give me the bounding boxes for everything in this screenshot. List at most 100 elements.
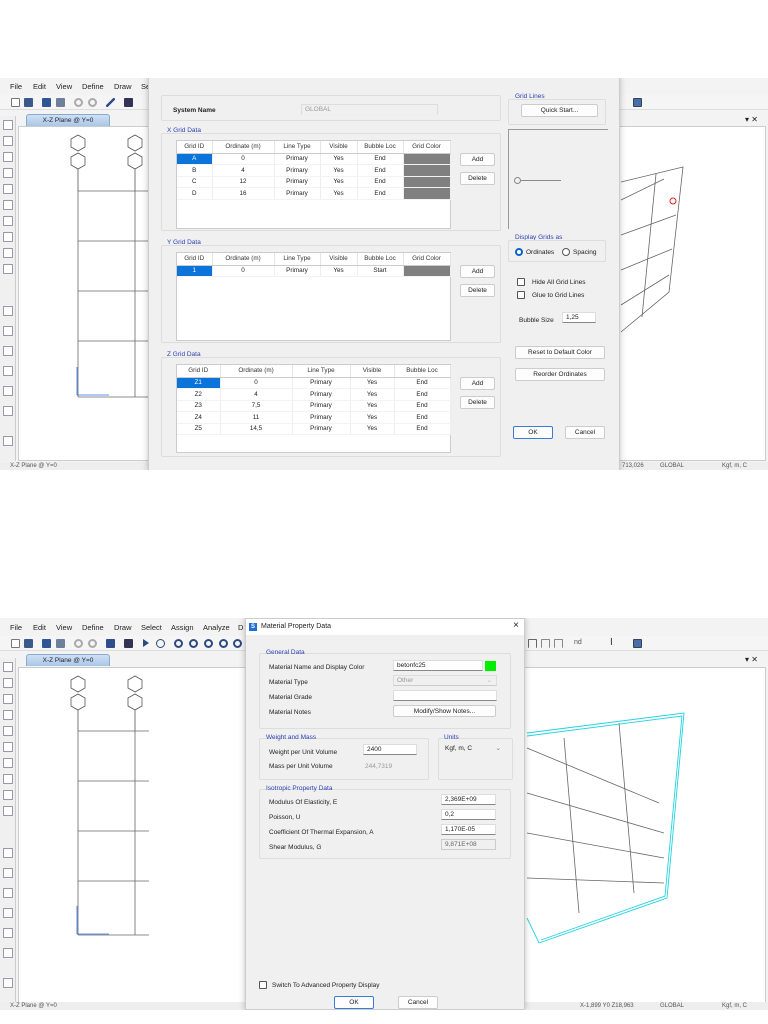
undo-icon[interactable] (74, 639, 83, 648)
table-cell[interactable]: 12 (212, 176, 275, 188)
snap-cross-icon[interactable] (3, 346, 13, 356)
save-icon[interactable] (42, 639, 51, 648)
grid-color-swatch[interactable] (403, 265, 451, 277)
menu-display[interactable]: D (238, 623, 243, 632)
area-tool-icon[interactable] (3, 758, 13, 768)
table-cell[interactable]: Z2 (177, 388, 221, 401)
text-cursor-icon[interactable]: I (610, 637, 613, 648)
table-cell[interactable]: D (177, 187, 213, 200)
status-coord-system[interactable]: GLOBAL (660, 462, 684, 470)
pointer-tool-icon[interactable] (3, 662, 13, 672)
shell-tool-icon[interactable] (3, 774, 13, 784)
y-grid-grid[interactable]: Grid ID Ordinate (m) Line Type Visible Bubbl… (177, 253, 451, 277)
poisson-input[interactable]: 0,2 (441, 809, 496, 820)
menu-file[interactable]: File (10, 82, 22, 91)
table-cell[interactable]: Yes (350, 388, 395, 401)
modulus-elasticity-input[interactable]: 2,369E+09 (441, 794, 496, 805)
zoom-out-icon[interactable] (204, 639, 213, 648)
table-cell[interactable]: Primary (274, 153, 321, 165)
status-coord-system[interactable]: GLOBAL (660, 1002, 684, 1010)
table-cell[interactable]: A (177, 153, 213, 165)
table-cell[interactable]: 0 (220, 377, 293, 389)
display-icon[interactable] (633, 98, 642, 107)
snap-perp-icon[interactable] (3, 928, 13, 938)
table-row[interactable]: A 0 Primary Yes End (177, 153, 451, 165)
quick-start-button[interactable]: Quick Start... (521, 104, 598, 117)
status-units[interactable]: Kgf, m, C (722, 1002, 747, 1010)
table-cell[interactable]: End (394, 377, 451, 389)
print-icon[interactable] (56, 98, 65, 107)
table-cell[interactable]: Yes (320, 187, 358, 200)
tab-xz-plane[interactable]: X-Z Plane @ Y=0 (26, 114, 110, 126)
reorder-ordinates-button[interactable]: Reorder Ordinates (515, 368, 605, 381)
snap-perp-icon[interactable] (3, 386, 13, 396)
table-cell[interactable]: Primary (292, 400, 351, 412)
table-cell[interactable]: Primary (274, 187, 321, 200)
x-grid-table[interactable]: Grid ID Ordinate (m) Line Type Visible Bubbl… (176, 140, 451, 229)
ordinates-radio[interactable] (515, 248, 523, 256)
table-cell[interactable]: End (394, 388, 451, 401)
weight-input[interactable]: 2400 (363, 744, 417, 755)
table-cell[interactable]: Yes (320, 265, 358, 277)
table-row[interactable]: Z5 14,5 Primary Yes End (177, 423, 451, 435)
column-header[interactable]: Bubble Loc (357, 141, 404, 154)
pencil-icon[interactable] (106, 639, 115, 648)
table-row[interactable]: B 4 Primary Yes End (177, 164, 451, 177)
snap-line-icon[interactable] (3, 868, 13, 878)
column-header[interactable]: Line Type (274, 141, 321, 154)
table-cell[interactable]: End (357, 187, 404, 200)
point-tool-icon[interactable] (3, 152, 13, 162)
frame-tool-icon[interactable] (3, 168, 13, 178)
snap-tool-icon[interactable] (3, 306, 13, 316)
grid-color-swatch[interactable] (403, 176, 451, 188)
column-header[interactable]: Ordinate (m) (212, 253, 275, 266)
material-color-swatch[interactable] (485, 661, 496, 671)
mesh-tool-icon[interactable] (3, 264, 13, 274)
table-cell[interactable]: End (357, 176, 404, 188)
zoom-fit-icon[interactable] (219, 639, 228, 648)
snap-cross-icon[interactable] (3, 888, 13, 898)
z-grid-add-button[interactable]: Add (460, 377, 495, 390)
table-cell[interactable]: Z4 (177, 411, 221, 424)
table-row[interactable]: Z4 11 Primary Yes End (177, 411, 451, 424)
reset-default-color-button[interactable]: Reset to Default Color (515, 346, 605, 359)
table-cell[interactable]: B (177, 164, 213, 177)
display-icon[interactable] (633, 639, 642, 648)
menu-analyze[interactable]: Analyze (203, 623, 230, 632)
grid-color-swatch[interactable] (403, 187, 451, 200)
menu-select[interactable]: Select (141, 623, 162, 632)
pane-controls[interactable]: ▾ ✕ (745, 115, 758, 124)
column-header[interactable]: Visible (320, 253, 358, 266)
undo-icon[interactable] (74, 98, 83, 107)
mesh-tool-icon[interactable] (3, 806, 13, 816)
hide-all-grid-lines-checkbox[interactable] (517, 278, 525, 286)
table-cell[interactable]: Primary (274, 176, 321, 188)
table-cell[interactable]: Primary (274, 265, 321, 277)
table-cell[interactable]: 16 (212, 187, 275, 200)
table-cell[interactable]: Start (357, 265, 404, 277)
snap-grid-icon[interactable] (3, 406, 13, 416)
cross-tool-icon[interactable] (3, 200, 13, 210)
menu-file[interactable]: File (10, 623, 22, 632)
table-cell[interactable]: C (177, 176, 213, 188)
brace-tool-icon[interactable] (3, 726, 13, 736)
menu-draw[interactable]: Draw (114, 82, 132, 91)
pane-controls[interactable]: ▾ ✕ (745, 655, 758, 664)
pointer-tool-icon[interactable] (3, 120, 13, 130)
area-tool-icon[interactable] (3, 216, 13, 226)
joint-tool-icon[interactable] (3, 678, 13, 688)
frame-section-icon[interactable] (528, 639, 537, 648)
open-icon[interactable] (24, 639, 33, 648)
zoom-window-icon[interactable] (174, 639, 183, 648)
rect-tool-icon[interactable] (3, 248, 13, 258)
column-header[interactable]: Line Type (292, 365, 351, 378)
snap-mid-icon[interactable] (3, 366, 13, 376)
table-cell[interactable]: 0 (212, 153, 275, 165)
y-grid-table[interactable]: Grid ID Ordinate (m) Line Type Visible Bubbl… (176, 252, 451, 341)
snap-grid-icon[interactable] (3, 948, 13, 958)
point-tool-icon[interactable] (3, 694, 13, 704)
z-grid-grid[interactable]: Grid ID Ordinate (m) Line Type Visible Bubbl… (177, 365, 451, 435)
column-header[interactable]: Bubble Loc (357, 253, 404, 266)
snap-line-icon[interactable] (3, 326, 13, 336)
material-name-input[interactable]: betonfc25 (393, 660, 483, 671)
